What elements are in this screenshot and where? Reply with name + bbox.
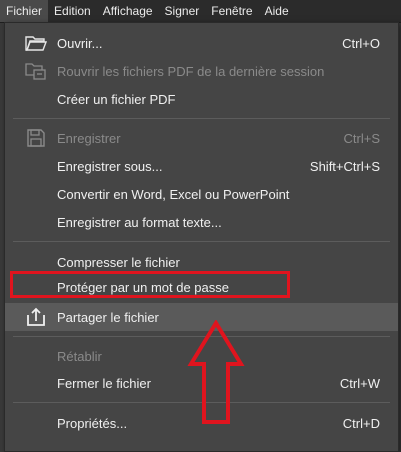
menu-item-save-text[interactable]: Enregistrer au format texte... xyxy=(5,208,398,236)
save-icon xyxy=(25,128,47,148)
menu-affichage[interactable]: Affichage xyxy=(97,0,159,22)
menu-fichier[interactable]: Fichier xyxy=(0,0,49,22)
menu-item-label: Enregistrer au format texte... xyxy=(57,214,222,230)
menu-item-reopen[interactable]: Rouvrir les fichiers PDF de la dernière … xyxy=(5,57,398,85)
menu-separator xyxy=(13,118,390,119)
menu-item-shortcut: Ctrl+S xyxy=(343,130,380,146)
menu-item-shortcut: Ctrl+D xyxy=(342,415,380,431)
menu-item-save-as[interactable]: Enregistrer sous... Shift+Ctrl+S xyxy=(5,152,398,180)
menu-item-shortcut: Ctrl+W xyxy=(339,375,380,391)
menu-edition[interactable]: Edition xyxy=(48,0,97,22)
menu-fenetre[interactable]: Fenêtre xyxy=(205,0,258,22)
menu-item-save[interactable]: Enregistrer Ctrl+S xyxy=(5,124,398,152)
annotation-up-arrow-icon xyxy=(187,320,245,424)
menu-item-label: Enregistrer sous... xyxy=(57,158,163,174)
menu-item-shortcut: Ctrl+O xyxy=(342,35,380,51)
menu-item-convert[interactable]: Convertir en Word, Excel ou PowerPoint xyxy=(5,180,398,208)
menu-item-label: Rouvrir les fichiers PDF de la dernière … xyxy=(57,63,325,79)
menu-bar: Fichier Edition Affichage Signer Fenêtre… xyxy=(0,0,401,23)
menu-item-label: Partager le fichier xyxy=(57,309,159,325)
menu-item-shortcut: Shift+Ctrl+S xyxy=(309,158,380,174)
menu-item-open[interactable]: Ouvrir... Ctrl+O xyxy=(5,29,398,57)
menu-separator xyxy=(13,241,390,242)
menu-signer[interactable]: Signer xyxy=(159,0,206,22)
folder-open-icon xyxy=(25,33,48,53)
menu-item-label: Ouvrir... xyxy=(57,35,103,51)
menu-item-label: Créer un fichier PDF xyxy=(57,91,176,107)
menu-item-label: Compresser le fichier xyxy=(57,254,180,270)
menu-item-label: Enregistrer xyxy=(57,130,121,146)
menu-aide[interactable]: Aide xyxy=(259,0,295,22)
menu-item-label: Fermer le fichier xyxy=(57,375,151,391)
reopen-files-icon xyxy=(25,61,47,81)
menu-item-label: Convertir en Word, Excel ou PowerPoint xyxy=(57,186,290,202)
share-icon xyxy=(25,307,47,327)
annotation-highlight-box xyxy=(10,271,290,298)
menu-item-label: Propriétés... xyxy=(57,415,128,431)
menu-item-label: Rétablir xyxy=(57,348,102,364)
menu-item-create-pdf[interactable]: Créer un fichier PDF xyxy=(5,85,398,113)
